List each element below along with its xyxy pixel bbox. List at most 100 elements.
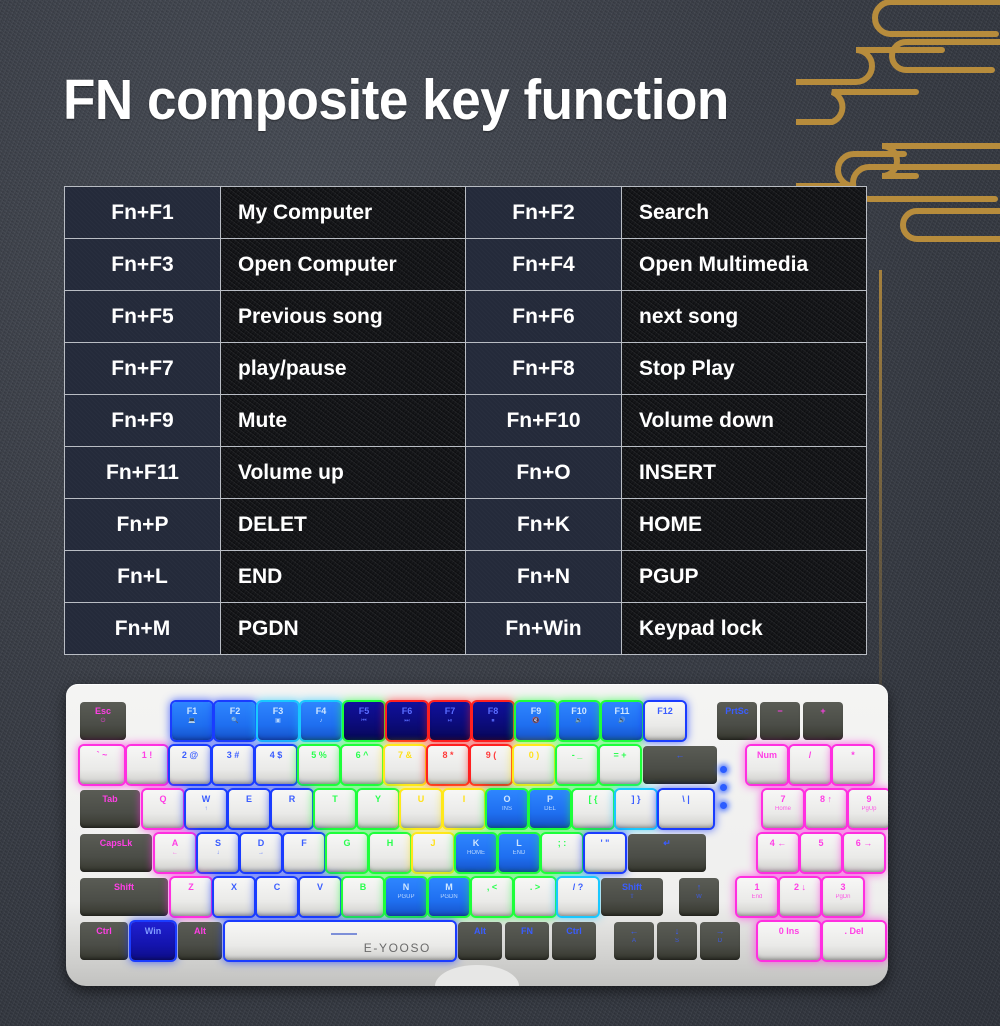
keycap-key[interactable]: ← [643, 746, 717, 784]
keycap-z[interactable]: Z [171, 878, 211, 916]
keycap-2[interactable]: 2 ↓ [780, 878, 820, 916]
keycap-6[interactable]: 6 → [844, 834, 884, 872]
keycap-fn[interactable]: FN [505, 922, 549, 960]
keycap-8[interactable]: 8 * [428, 746, 468, 784]
keycap-h[interactable]: H [370, 834, 410, 872]
keycap-j[interactable]: J [413, 834, 453, 872]
keycap-p[interactable]: P DEL [530, 790, 570, 828]
keycap-f11[interactable]: F11 🔊 [602, 702, 642, 740]
keycap-3[interactable]: 3 PgDn [823, 878, 863, 916]
keycap-7[interactable]: 7 & [385, 746, 425, 784]
keycap-f2[interactable]: F2 🔍 [215, 702, 255, 740]
keycap-q[interactable]: Q [143, 790, 183, 828]
indicator-leds [720, 766, 727, 809]
keycap-0[interactable]: 0 ) [514, 746, 554, 784]
keycap-ctrl[interactable]: Ctrl [80, 922, 128, 960]
keycap-f7[interactable]: F7 ⏯ [430, 702, 470, 740]
keycap-l[interactable]: L END [499, 834, 539, 872]
keycap-prtsc[interactable]: PrtSc [717, 702, 757, 740]
keycap-key[interactable]: ← A [614, 922, 654, 960]
keycap-num[interactable]: Num [747, 746, 787, 784]
keycap-alt[interactable]: Alt [178, 922, 222, 960]
keycap-key[interactable]: + [803, 702, 843, 740]
keycap-v[interactable]: V [300, 878, 340, 916]
keycap-g[interactable]: G [327, 834, 367, 872]
keycap-shift[interactable]: Shift [80, 878, 168, 916]
keycap-m[interactable]: M PGDN [429, 878, 469, 916]
keycap-tab[interactable]: Tab [80, 790, 140, 828]
keycap-5[interactable]: 5 [801, 834, 841, 872]
keycap-9[interactable]: 9 PgUp [849, 790, 888, 828]
keycap-ctrl[interactable]: Ctrl [552, 922, 596, 960]
keycap-key[interactable]: . > [515, 878, 555, 916]
keycap-key[interactable]: ' " [585, 834, 625, 872]
keycap-1[interactable]: 1 End [737, 878, 777, 916]
keycap-f10[interactable]: F10 🔉 [559, 702, 599, 740]
keycap-w[interactable]: W ↑ [186, 790, 226, 828]
keycap-s[interactable]: S ↓ [198, 834, 238, 872]
keycap-f3[interactable]: F3 ▣ [258, 702, 298, 740]
keycap-key[interactable]: ↓ S [657, 922, 697, 960]
keycap-i[interactable]: I [444, 790, 484, 828]
keycap-b[interactable]: B [343, 878, 383, 916]
keycap-label: 0 ) [528, 750, 540, 760]
keycap-f9[interactable]: F9 🔇 [516, 702, 556, 740]
keycap-a[interactable]: A ← [155, 834, 195, 872]
keycap-3[interactable]: 3 # [213, 746, 253, 784]
keycap-6[interactable]: 6 ^ [342, 746, 382, 784]
keycap-key[interactable]: − [760, 702, 800, 740]
keycap-key[interactable]: [ { [573, 790, 613, 828]
keycap-8[interactable]: 8 ↑ [806, 790, 846, 828]
keycap-x[interactable]: X [214, 878, 254, 916]
keycap-f5[interactable]: F5 ⏮ [344, 702, 384, 740]
keycap-t[interactable]: T [315, 790, 355, 828]
keycap-key[interactable]: ↑ W [679, 878, 719, 916]
keycap-key[interactable]: ; : [542, 834, 582, 872]
keycap-y[interactable]: Y [358, 790, 398, 828]
keycap-o[interactable]: O INS [487, 790, 527, 828]
keycap-win[interactable]: Win [131, 922, 175, 960]
keycap-4[interactable]: 4 $ [256, 746, 296, 784]
keycap-k[interactable]: K HOME [456, 834, 496, 872]
keycap-e[interactable]: E [229, 790, 269, 828]
keycap-shift[interactable]: Shift ⇧ [601, 878, 663, 916]
keycap-5[interactable]: 5 % [299, 746, 339, 784]
keycap-key[interactable]: / [790, 746, 830, 784]
keycap-key[interactable]: → D [700, 922, 740, 960]
keycap-key[interactable]: ↵ [628, 834, 706, 872]
keycap-key[interactable]: ] } [616, 790, 656, 828]
keycap-key[interactable]: ` ~ [80, 746, 124, 784]
keycap-key[interactable]: - _ [557, 746, 597, 784]
keycap-capslk[interactable]: CapsLk [80, 834, 152, 872]
keycap-r[interactable]: R [272, 790, 312, 828]
keycap-c[interactable]: C [257, 878, 297, 916]
keycap-f4[interactable]: F4 ♪ [301, 702, 341, 740]
keycap-key[interactable]: / ? [558, 878, 598, 916]
keycap-f8[interactable]: F8 ⏹ [473, 702, 513, 740]
keycap-1[interactable]: 1 ! [127, 746, 167, 784]
keycap-alt[interactable]: Alt [458, 922, 502, 960]
keycap-2[interactable]: 2 @ [170, 746, 210, 784]
keycap-key[interactable]: \ | [659, 790, 713, 828]
keycap-n[interactable]: N PGUP [386, 878, 426, 916]
keycap-label: F4 [315, 706, 327, 716]
keycap-f[interactable]: F [284, 834, 324, 872]
keycap-esc[interactable]: Esc ⏻ [80, 702, 126, 740]
keycap-9[interactable]: 9 ( [471, 746, 511, 784]
keycap-key[interactable]: , < [472, 878, 512, 916]
keycap-u[interactable]: U [401, 790, 441, 828]
keycap-key[interactable]: = + [600, 746, 640, 784]
keycap-7[interactable]: 7 Home [763, 790, 803, 828]
key-gap [129, 702, 169, 740]
keycap-del[interactable]: . Del [823, 922, 885, 960]
keycap-f6[interactable]: F6 ⏭ [387, 702, 427, 740]
keycap-4[interactable]: 4 ← [758, 834, 798, 872]
keycap-f12[interactable]: F12 [645, 702, 685, 740]
keycap-key[interactable]: * [833, 746, 873, 784]
keycap-0-ins[interactable]: 0 Ins [758, 922, 820, 960]
keycap-label: [ { [588, 794, 598, 804]
keycap-key[interactable]: E-YOOSO [225, 922, 455, 960]
keycap-d[interactable]: D → [241, 834, 281, 872]
keycap-label: ; : [557, 838, 567, 848]
keycap-f1[interactable]: F1 💻 [172, 702, 212, 740]
